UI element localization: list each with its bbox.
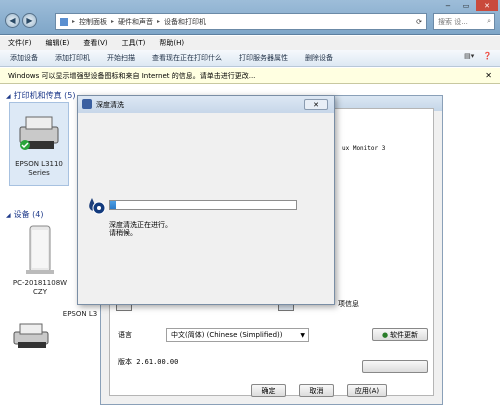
device-epson-l3110-name: EPSON L3110	[15, 160, 63, 168]
close-icon[interactable]: ✕	[476, 0, 498, 11]
search-icon: ⌕	[487, 17, 491, 25]
collapse-arrow-icon: ◢	[6, 212, 11, 219]
menu-view[interactable]: 查看(V)	[83, 38, 107, 48]
add-device-button[interactable]: 添加设备	[10, 53, 38, 63]
view-options-icon[interactable]: ▤▾	[464, 52, 474, 60]
deep-cleaning-dialog: 深度清洗 ✕ 深度清洗正在进行。 请稍候。	[77, 95, 335, 305]
command-toolbar: 添加设备 添加打印机 开始扫描 查看现在正在打印什么 打印服务器属性 删除设备	[0, 50, 500, 67]
info-bar[interactable]: Windows 可以显示增强型设备图标和来自 Internet 的信息。请单击进…	[0, 68, 500, 84]
update-icon: ●	[381, 330, 389, 339]
cleaning-app-icon	[82, 99, 92, 109]
help-icon[interactable]: ❓	[483, 52, 492, 60]
menu-tools[interactable]: 工具(T)	[122, 38, 146, 48]
cleaning-progress-bar	[109, 200, 297, 210]
breadcrumb-separator: ▸	[111, 18, 115, 25]
menu-edit[interactable]: 编辑(E)	[46, 38, 70, 48]
maximize-icon[interactable]: ▭	[458, 0, 474, 11]
devices-and-printers-window: ◀ ▶ ▸ 控制面板 ▸ 硬件和声音 ▸ 设备和打印机 ⟳ 搜索 设... ⌕ …	[0, 0, 500, 405]
address-bar[interactable]: ▸ 控制面板 ▸ 硬件和声音 ▸ 设备和打印机 ⟳	[55, 13, 427, 30]
search-placeholder: 搜索 设...	[438, 17, 468, 26]
group-printers-header[interactable]: ◢ 打印机和传真 (5)	[6, 90, 76, 101]
dialog-title: 深度清洗	[96, 100, 124, 109]
device-pc-name: PC-20181108W	[12, 279, 68, 287]
please-wait-message: 请稍候。	[109, 229, 137, 237]
dialog-close-button[interactable]: ✕	[304, 99, 328, 110]
start-scan-button[interactable]: 开始扫描	[107, 53, 135, 63]
device-epson-l3[interactable]	[8, 322, 56, 352]
chevron-down-icon: ▼	[300, 331, 305, 339]
remove-device-button[interactable]: 删除设备	[305, 53, 333, 63]
breadcrumb-control-panel[interactable]: 控制面板	[79, 17, 107, 27]
forward-arrow-icon[interactable]: ▶	[22, 13, 37, 28]
progress-fill	[110, 201, 116, 209]
group-devices-header[interactable]: ◢ 设备 (4)	[6, 209, 44, 220]
group-printers-label: 打印机和传真 (5)	[13, 91, 76, 100]
device-epson-l3110[interactable]: EPSON L3110 Series	[9, 102, 69, 186]
minimize-icon[interactable]: −	[440, 0, 456, 11]
device-epson-l3110-series: Series	[28, 169, 50, 177]
monitor-text: ux Monitor 3	[342, 145, 386, 152]
breadcrumb-separator: ▸	[157, 18, 161, 25]
version-text: 版本 2.61.00.00	[118, 358, 179, 366]
cleaning-message: 深度清洗正在进行。	[109, 221, 172, 229]
language-select[interactable]: 中文(简体) (Chinese (Simplified)) ▼	[166, 328, 309, 342]
trouble-button[interactable]	[362, 360, 428, 373]
software-update-button[interactable]: ● 软件更新	[372, 328, 428, 341]
computer-tower-icon	[26, 225, 54, 274]
dialog-title-bar: 深度清洗 ✕	[78, 96, 334, 113]
apply-button[interactable]: 应用(A)	[347, 384, 387, 397]
info-label: 项信息	[338, 300, 359, 308]
language-select-value: 中文(简体) (Chinese (Simplified))	[171, 331, 283, 339]
menu-help[interactable]: 帮助(H)	[159, 38, 184, 48]
info-close-icon[interactable]: ✕	[485, 71, 492, 80]
close-icon: ✕	[313, 100, 319, 109]
ink-drop-icon	[86, 196, 106, 216]
breadcrumb-devices-printers[interactable]: 设备和打印机	[164, 17, 206, 27]
see-printing-button[interactable]: 查看现在正在打印什么	[152, 53, 222, 63]
device-pc-subname: CZY	[33, 288, 47, 296]
group-devices-label: 设备 (4)	[13, 210, 44, 219]
breadcrumb-root-icon	[60, 17, 68, 26]
language-label: 语言	[118, 331, 132, 339]
device-epson-l3-name: EPSON L3	[62, 310, 98, 318]
printer-icon	[19, 116, 59, 150]
collapse-arrow-icon: ◢	[6, 93, 11, 100]
view-controls: ▤▾ ❓	[464, 52, 492, 60]
print-server-properties-button[interactable]: 打印服务器属性	[239, 53, 288, 63]
search-input[interactable]: 搜索 设... ⌕	[433, 13, 495, 30]
add-printer-button[interactable]: 添加打印机	[55, 53, 90, 63]
title-bar: ◀ ▶ ▸ 控制面板 ▸ 硬件和声音 ▸ 设备和打印机 ⟳ 搜索 设... ⌕ …	[0, 0, 500, 35]
device-epson-l3-label: EPSON L3	[55, 310, 105, 319]
cancel-button[interactable]: 取消	[299, 384, 334, 397]
back-arrow-icon[interactable]: ◀	[5, 13, 20, 28]
info-bar-text: Windows 可以显示增强型设备图标和来自 Internet 的信息。请单击进…	[8, 71, 256, 80]
breadcrumb-hardware-sound[interactable]: 硬件和声音	[118, 17, 153, 27]
printer-icon	[13, 323, 49, 348]
software-update-label: 软件更新	[390, 330, 419, 339]
device-pc[interactable]: PC-20181108W CZY	[6, 224, 74, 304]
refresh-icon[interactable]: ⟳	[416, 18, 422, 26]
menu-bar: 文件(F) 编辑(E) 查看(V) 工具(T) 帮助(H)	[0, 36, 500, 50]
menu-file[interactable]: 文件(F)	[8, 38, 32, 48]
ok-button[interactable]: 确定	[251, 384, 286, 397]
breadcrumb-separator: ▸	[72, 18, 76, 25]
